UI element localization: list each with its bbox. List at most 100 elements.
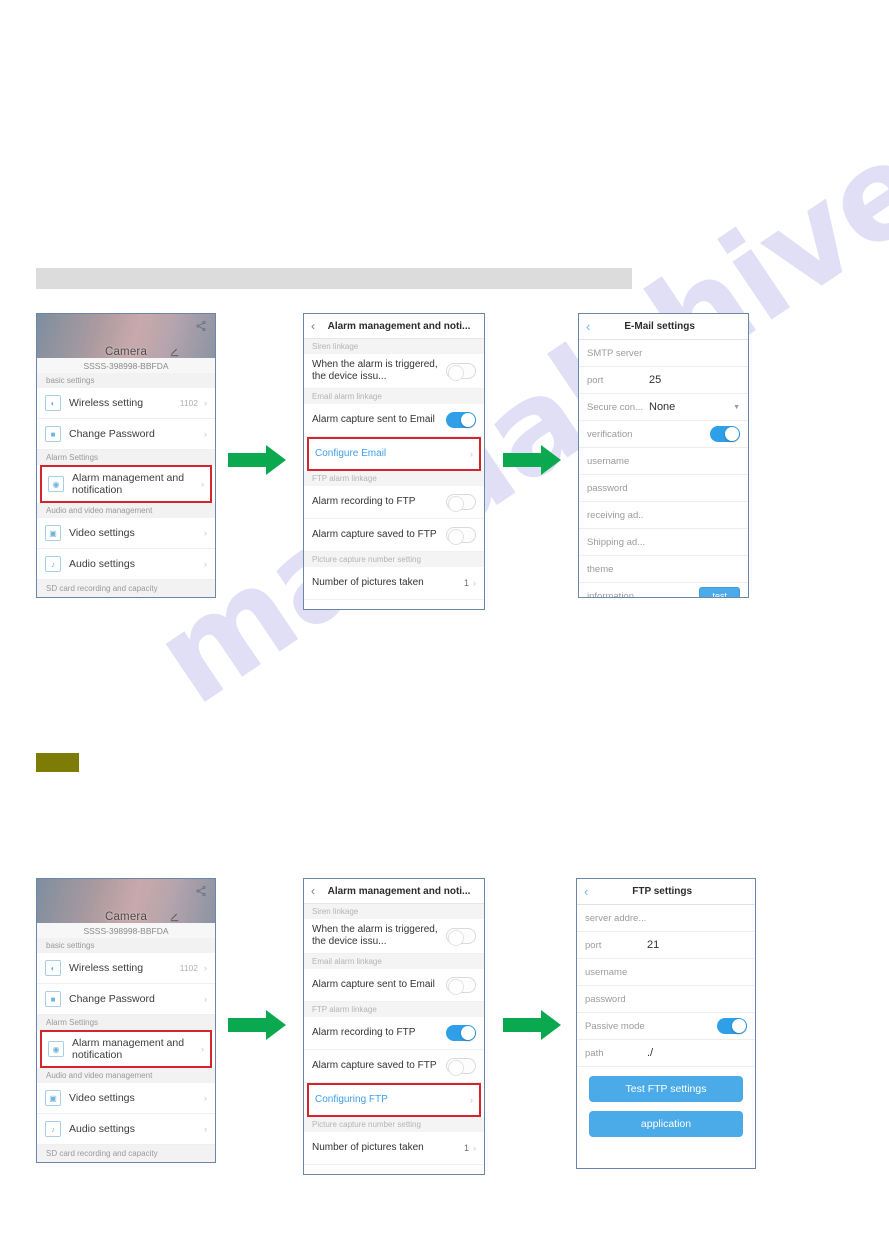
field-row-username[interactable]: username — [579, 448, 748, 475]
alarm-row-recording-to-ftp[interactable]: Alarm recording to FTP — [304, 486, 484, 519]
toggle-capture-to-ftp[interactable] — [446, 527, 476, 545]
field-row-theme[interactable]: theme — [579, 556, 748, 583]
camera-item-alarm-management[interactable]: ◉ Alarm management and notification › — [40, 465, 212, 503]
chevron-right-icon: › — [204, 963, 207, 973]
alarm-row-picture-count[interactable]: Number of pictures taken 1 › — [304, 1132, 484, 1165]
edit-icon[interactable] — [169, 347, 181, 357]
field-row-receiving-address[interactable]: receiving ad.. — [579, 502, 748, 529]
audio-icon: ♪ — [45, 1121, 61, 1137]
camera-item-video-settings[interactable]: ▣ Video settings › — [37, 1083, 215, 1114]
camera-item-alarm-management[interactable]: ◉ Alarm management and notification › — [40, 1030, 212, 1068]
toggle-recording-to-ftp[interactable] — [446, 494, 476, 512]
field-row-information[interactable]: information test — [579, 583, 748, 597]
screenshot-camera-settings-ftp: Camera SSSS-398998-BBFDA basic settings … — [36, 878, 216, 1163]
share-icon[interactable] — [195, 320, 207, 332]
alarm-icon: ◉ — [48, 1041, 64, 1057]
alarm-row-capture-to-email[interactable]: Alarm capture sent to Email — [304, 969, 484, 1002]
camera-item-audio-settings[interactable]: ♪ Audio settings › — [37, 549, 215, 580]
item-value: 1102 — [179, 398, 198, 408]
path-input[interactable]: ./ — [647, 1047, 747, 1059]
camera-title-wrap: Camera — [37, 907, 215, 925]
group-label-alarm: Alarm Settings — [37, 1015, 215, 1030]
row-label: Alarm capture sent to Email — [312, 414, 435, 425]
chevron-left-icon[interactable]: ‹ — [311, 320, 315, 332]
alarm-row-configure-email[interactable]: Configure Email › — [307, 437, 481, 471]
field-row-verification[interactable]: verification — [579, 421, 748, 448]
edit-icon[interactable] — [169, 912, 181, 922]
field-row-path[interactable]: path ./ — [577, 1040, 755, 1067]
field-row-port[interactable]: port 21 — [577, 932, 755, 959]
lock-icon: ■ — [45, 426, 61, 442]
chevron-right-icon: › — [473, 1143, 476, 1153]
alarm-row-recording-to-ftp[interactable]: Alarm recording to FTP — [304, 1017, 484, 1050]
alarm-row-configuring-ftp[interactable]: Configuring FTP › — [307, 1083, 481, 1117]
row-label: Alarm capture sent to Email — [312, 979, 435, 990]
toggle-passive-mode[interactable] — [717, 1018, 747, 1034]
group-label-basic: basic settings — [37, 373, 215, 388]
nav-title: Alarm management and noti... — [327, 320, 471, 332]
field-row-username[interactable]: username — [577, 959, 755, 986]
toggle-siren-trigger[interactable] — [446, 928, 476, 946]
field-row-passive-mode[interactable]: Passive mode — [577, 1013, 755, 1040]
alarm-row-capture-to-email[interactable]: Alarm capture sent to Email — [304, 404, 484, 437]
application-button[interactable]: application — [589, 1111, 743, 1137]
alarm-row-siren-trigger[interactable]: When the alarm is triggered, the device … — [304, 354, 484, 389]
row-label: Alarm recording to FTP — [312, 496, 416, 507]
chevron-right-icon: › — [204, 528, 207, 538]
arrow-right-icon — [503, 445, 561, 475]
alarm-row-capture-to-ftp[interactable]: Alarm capture saved to FTP — [304, 519, 484, 552]
field-row-shipping-address[interactable]: Shipping ad... — [579, 529, 748, 556]
toggle-capture-to-ftp[interactable] — [446, 1058, 476, 1076]
field-row-password[interactable]: password — [577, 986, 755, 1013]
toggle-verification[interactable] — [710, 426, 740, 442]
share-icon[interactable] — [195, 885, 207, 897]
nav-bar: ‹ E-Mail settings — [579, 314, 748, 340]
field-row-smtp-server[interactable]: SMTP server — [579, 340, 748, 367]
row-label: Configuring FTP — [315, 1094, 388, 1105]
field-key: Shipping ad... — [587, 536, 646, 548]
section-label-ftp: FTP alarm linkage — [304, 1002, 484, 1017]
port-input[interactable]: 21 — [647, 939, 747, 951]
camera-item-video-settings[interactable]: ▣ Video settings › — [37, 518, 215, 549]
camera-item-wireless-setting[interactable]: ◐ Wireless setting 1102 › — [37, 388, 215, 419]
screenshot-ftp-settings: ‹ FTP settings server addre... port 21 u… — [576, 878, 756, 1169]
field-row-secure-connection[interactable]: Secure con... None ▼ — [579, 394, 748, 421]
toggle-capture-to-email[interactable] — [446, 412, 476, 428]
flow-arrow-3 — [228, 1008, 288, 1042]
redacted-heading-bar — [36, 268, 632, 289]
field-key: verification — [587, 428, 633, 440]
camera-item-change-password[interactable]: ■ Change Password › — [37, 419, 215, 450]
chevron-down-icon[interactable]: ▼ — [733, 404, 740, 411]
screenshot-email-settings: ‹ E-Mail settings SMTP server port 25 Se… — [578, 313, 749, 598]
test-button[interactable]: test — [699, 587, 740, 597]
toggle-recording-to-ftp[interactable] — [446, 1025, 476, 1041]
field-row-password[interactable]: password — [579, 475, 748, 502]
item-label: Audio settings — [69, 1123, 135, 1135]
secure-connection-select[interactable]: None — [649, 401, 733, 413]
page-watermark: manualshive.com — [130, 0, 889, 990]
arrow-right-icon — [503, 1010, 561, 1040]
field-row-server-address[interactable]: server addre... — [577, 905, 755, 932]
test-ftp-settings-button[interactable]: Test FTP settings — [589, 1076, 743, 1102]
chevron-right-icon: › — [204, 559, 207, 569]
toggle-capture-to-email[interactable] — [446, 977, 476, 995]
camera-item-audio-settings[interactable]: ♪ Audio settings › — [37, 1114, 215, 1145]
toggle-siren-trigger[interactable] — [446, 363, 476, 381]
alarm-row-siren-trigger[interactable]: When the alarm is triggered, the device … — [304, 919, 484, 954]
port-input[interactable]: 25 — [649, 374, 740, 386]
group-label-av: Audio and video management — [37, 1068, 215, 1083]
arrow-right-icon — [228, 1010, 286, 1040]
camera-item-change-password[interactable]: ■ Change Password › — [37, 984, 215, 1015]
alarm-row-capture-to-ftp[interactable]: Alarm capture saved to FTP — [304, 1050, 484, 1083]
nav-title: FTP settings — [632, 886, 693, 897]
nav-bar: ‹ Alarm management and noti... — [304, 314, 484, 339]
row-label: When the alarm is triggered, the device … — [312, 359, 438, 382]
field-row-port[interactable]: port 25 — [579, 367, 748, 394]
section-label-email: Email alarm linkage — [304, 389, 484, 404]
field-key: port — [585, 939, 602, 951]
chevron-left-icon[interactable]: ‹ — [311, 885, 315, 897]
alarm-row-picture-count[interactable]: Number of pictures taken 1 › — [304, 567, 484, 600]
lock-icon: ■ — [45, 991, 61, 1007]
chevron-right-icon: › — [204, 429, 207, 439]
camera-item-wireless-setting[interactable]: ◐ Wireless setting 1102 › — [37, 953, 215, 984]
